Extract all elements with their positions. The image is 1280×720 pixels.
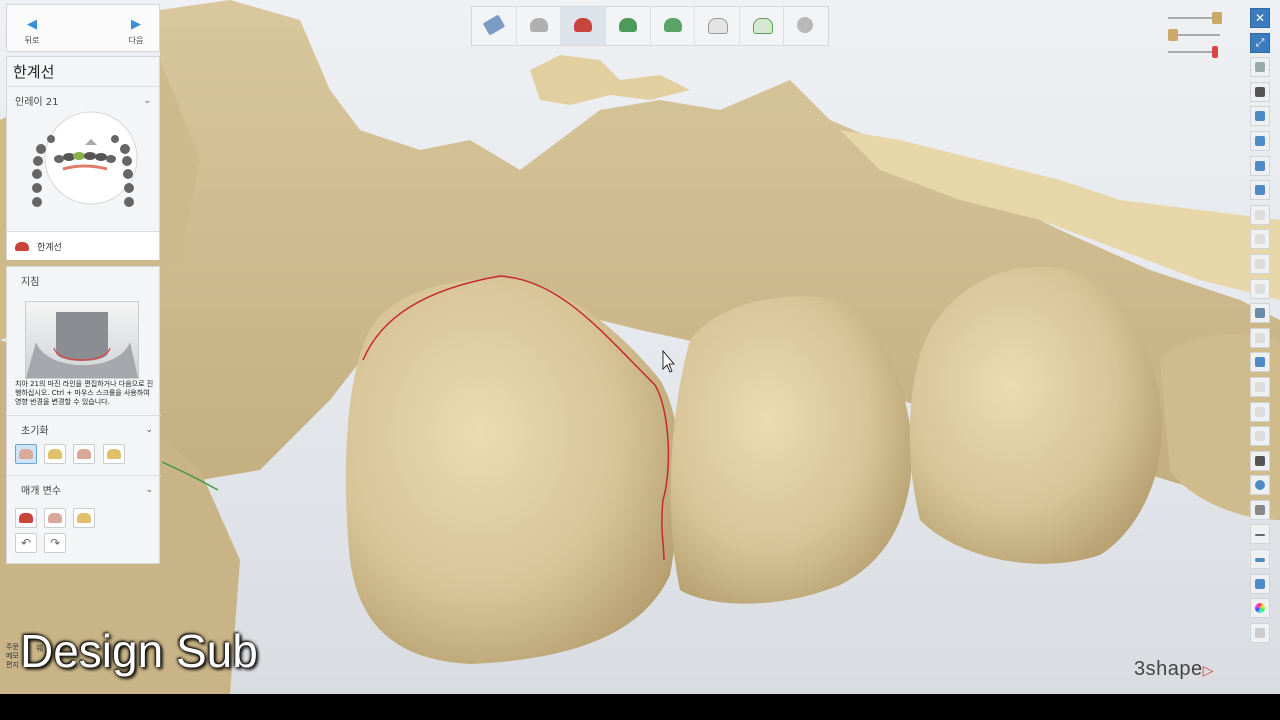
guide-text: 치아 21의 마진 라인을 편집하거나 다음으로 진행하십시오. Ctrl + … [15, 380, 154, 406]
view-side-icon[interactable] [1250, 155, 1270, 176]
params-section[interactable]: 매개 변수 ⌄ [7, 475, 161, 503]
shape-icon[interactable] [1250, 278, 1270, 299]
learn-icon[interactable] [1250, 81, 1270, 102]
brand-logo: 3shape▷ [1134, 658, 1214, 681]
mouse-cursor [662, 349, 675, 373]
workflow-toolbar [471, 6, 829, 46]
workflow-panel: 한계선 인레이 21 ⌄ 한계선 [6, 56, 160, 260]
next-button[interactable]: ▶ 다음 [111, 13, 161, 53]
3d-viewport[interactable]: ◀ 뒤로 ▶ 다음 한계선 인레이 21 ⌄ 한계선 지침 치아 21의 마진 … [0, 0, 1280, 694]
measure-icon[interactable] [1250, 327, 1270, 348]
footnote-line: 메모 [6, 652, 19, 660]
scan-fragment [530, 55, 690, 105]
chevron-down-icon: ⌄ [145, 424, 153, 435]
step-margin-line-icon[interactable] [561, 7, 606, 45]
tooth-param-icon[interactable] [73, 508, 96, 528]
back-button[interactable]: ◀ 뒤로 [7, 13, 57, 53]
step-anatomy-icon[interactable] [695, 7, 740, 45]
crosshair-icon[interactable] [1250, 524, 1270, 545]
draw-margin-tool-icon[interactable] [15, 444, 37, 464]
param-tools [15, 508, 99, 531]
eraser-icon[interactable] [1250, 229, 1270, 250]
reset-section-label: 초기화 [21, 426, 49, 437]
back-label: 뒤로 [24, 36, 40, 45]
scissors-icon [1212, 46, 1218, 58]
view-toolbar: ✕ ⤢ [1250, 8, 1272, 647]
guide-heading: 지침 [7, 267, 159, 294]
auto-margin-tool-icon[interactable] [44, 444, 67, 464]
globe-icon[interactable] [1250, 475, 1270, 496]
brand-logo-text: 3shape [1134, 658, 1203, 680]
margin-step-icon [15, 241, 29, 251]
view-back-icon[interactable] [1250, 130, 1270, 151]
printer-icon[interactable] [1250, 573, 1270, 594]
margin-reset-tool-icon[interactable] [73, 444, 96, 464]
view-front-icon[interactable] [1250, 106, 1270, 127]
step-margin-scissors-icon[interactable] [517, 7, 562, 45]
occlusion-icon[interactable] [1250, 376, 1270, 397]
video-caption: Design Sub [20, 625, 258, 677]
dental-scan-model[interactable] [0, 0, 1280, 694]
footnote: 주문 메모 편지 [6, 643, 19, 670]
footnote-line: 편지 [6, 661, 19, 669]
color-wheel-icon[interactable] [1250, 598, 1270, 619]
fullscreen-icon[interactable]: ⤢ [1250, 32, 1270, 53]
rotate-icon[interactable] [1250, 57, 1270, 78]
lower-jaw-icon [1168, 29, 1178, 41]
tooth-23 [909, 266, 1162, 564]
tooth-21 [345, 278, 680, 664]
panel-title: 한계선 [13, 63, 55, 81]
nav-panel: ◀ 뒤로 ▶ 다음 [6, 4, 160, 52]
step-cement-gap-icon[interactable] [651, 7, 696, 45]
filter-icon[interactable] [1250, 499, 1270, 520]
current-step-row[interactable]: 한계선 [7, 231, 159, 260]
guide-heading-label: 지침 [21, 277, 40, 288]
undo-icon[interactable]: ↶ [15, 533, 37, 553]
footnote-line: 주문 [6, 643, 19, 651]
opacity-slider-lower[interactable] [1168, 29, 1220, 41]
step-preparation-icon[interactable] [472, 7, 517, 45]
antagonist-icon[interactable] [1250, 401, 1270, 422]
reset-tools [15, 444, 129, 467]
brand-logo-mark: ▷ [1202, 662, 1214, 678]
tooth-22 [670, 296, 913, 604]
params-section-label: 매개 변수 [21, 486, 61, 497]
section-icon[interactable] [1250, 352, 1270, 373]
chevron-down-icon: ⌄ [145, 484, 153, 495]
pencil-icon[interactable] [1250, 204, 1270, 225]
margin-param-2-icon[interactable] [44, 508, 67, 528]
tooth-selector-label: 인레이 21 [15, 97, 59, 108]
view-top-icon[interactable] [1250, 180, 1270, 201]
guide-image [26, 312, 138, 378]
history-tools: ↶ ↷ [15, 533, 70, 553]
camera-icon[interactable] [1250, 450, 1270, 471]
step-finish-icon[interactable] [784, 7, 828, 45]
home-icon[interactable] [1250, 622, 1270, 643]
next-label: 다음 [128, 36, 144, 45]
close-icon[interactable]: ✕ [1250, 8, 1270, 28]
zoom-icon[interactable] [1250, 253, 1270, 274]
gingiva-icon[interactable] [1250, 426, 1270, 447]
model-icon[interactable] [1250, 303, 1270, 324]
current-step-label: 한계선 [37, 242, 62, 253]
arrow-right-icon: ▶ [131, 17, 141, 32]
clipping-slider[interactable] [1168, 46, 1218, 58]
redo-icon[interactable]: ↷ [44, 533, 67, 553]
guide-illustration [25, 301, 139, 379]
ruler-icon[interactable] [1250, 549, 1270, 570]
opacity-slider-upper[interactable] [1168, 12, 1222, 24]
tooth-chart[interactable] [7, 109, 161, 219]
tool-panel: 지침 치아 21의 마진 라인을 편집하거나 다음으로 진행하십시오. Ctrl… [6, 266, 161, 564]
reset-section[interactable]: 초기화 ⌄ [7, 415, 161, 443]
step-insertion-icon[interactable] [606, 7, 651, 45]
chevron-down-icon: ⌄ [143, 95, 151, 106]
margin-edit-tool-icon[interactable] [102, 444, 125, 464]
upper-jaw-icon [1212, 12, 1222, 24]
margin-param-icon[interactable] [15, 508, 37, 528]
step-sculpt-icon[interactable] [740, 7, 785, 45]
arrow-left-icon: ◀ [27, 17, 37, 32]
